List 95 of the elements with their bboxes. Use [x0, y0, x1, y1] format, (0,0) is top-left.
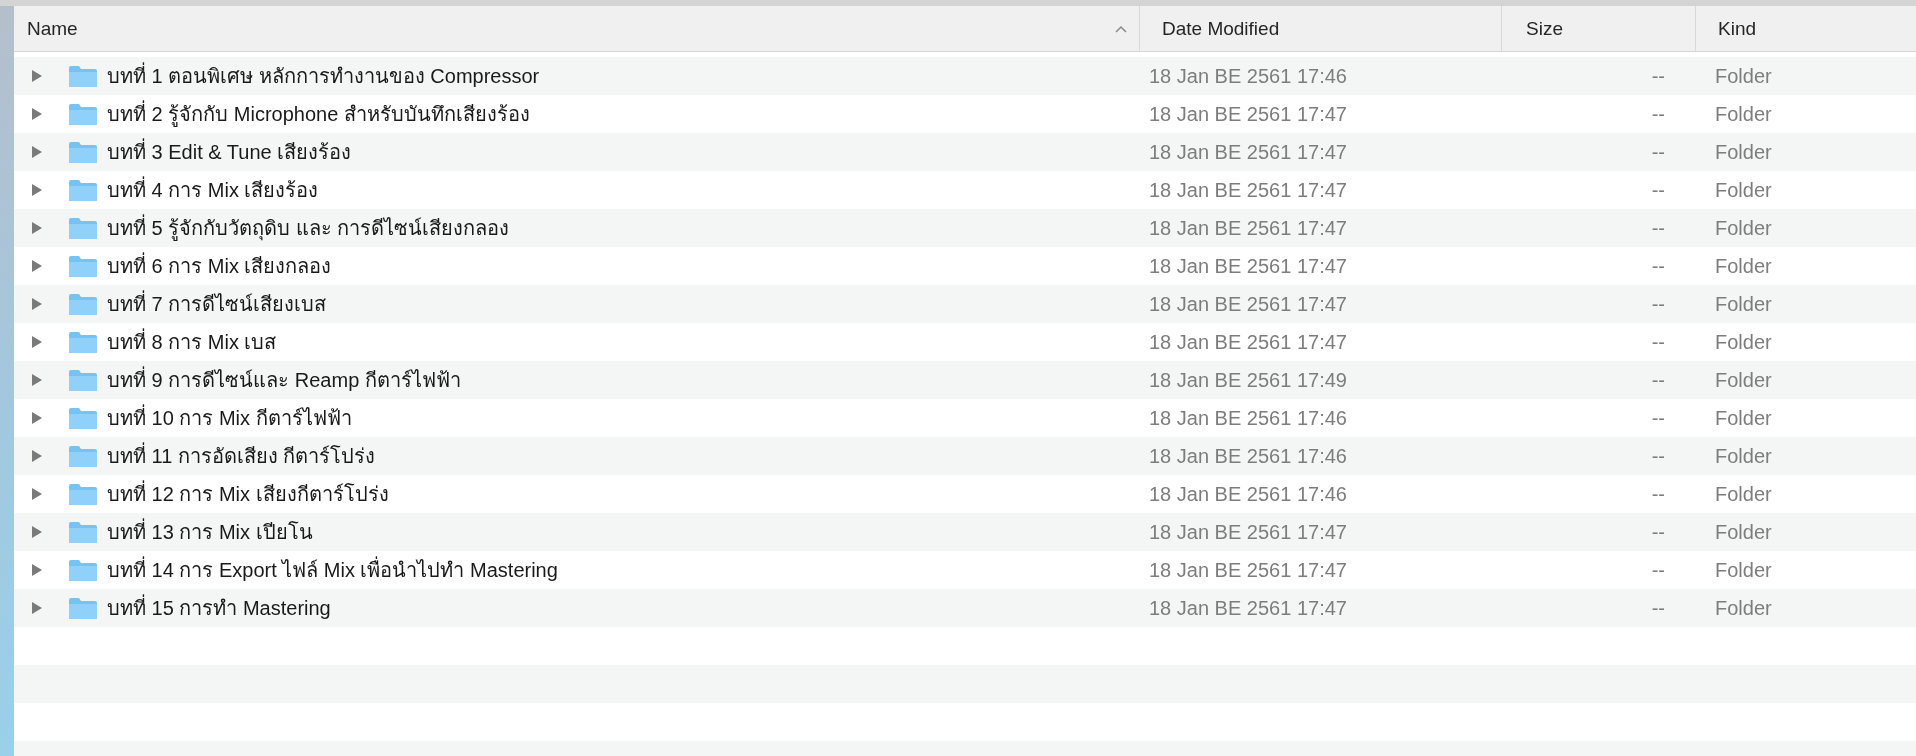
sort-caret-icon — [1115, 25, 1127, 33]
file-size-text: -- — [1651, 368, 1665, 392]
disclosure-triangle-icon[interactable] — [31, 183, 43, 197]
disclosure-triangle-icon[interactable] — [31, 297, 43, 311]
file-size-text: -- — [1651, 330, 1665, 354]
disclosure-triangle-icon[interactable] — [31, 335, 43, 349]
file-size-text: -- — [1651, 520, 1665, 544]
column-header[interactable]: Kind — [1695, 6, 1916, 51]
file-kind-text: Folder — [1715, 102, 1772, 126]
file-name[interactable]: บทที่ 3 Edit & Tune เสียงร้อง — [107, 136, 352, 168]
date-modified-text: 18 Jan BE 2561 17:46 — [1149, 64, 1347, 88]
file-size-text: -- — [1651, 482, 1665, 506]
disclosure-triangle-icon[interactable] — [31, 411, 43, 425]
column-header[interactable]: Name — [14, 6, 1139, 51]
file-size-text: -- — [1651, 254, 1665, 278]
file-kind-text: Folder — [1715, 558, 1772, 582]
file-name[interactable]: บทที่ 2 รู้จักกับ Microphone สำหรับบันทึกเสียงร้อง — [107, 98, 530, 130]
disclosure-triangle-icon[interactable] — [31, 69, 43, 83]
disclosure-triangle-icon[interactable] — [31, 487, 43, 501]
file-size-text: -- — [1651, 292, 1665, 316]
file-name[interactable]: บทที่ 6 การ Mix เสียงกลอง — [107, 250, 332, 282]
date-modified-text: 18 Jan BE 2561 17:47 — [1149, 254, 1347, 278]
file-name[interactable]: บทที่ 5 รู้จักกับวัตถุดิบ และ การดีไซน์เสียงกลอง — [107, 212, 510, 244]
disclosure-triangle-icon[interactable] — [31, 449, 43, 463]
disclosure-triangle-icon[interactable] — [31, 259, 43, 273]
file-name[interactable]: บทที่ 4 การ Mix เสียงร้อง — [107, 174, 319, 206]
column-header[interactable]: Date Modified — [1139, 6, 1501, 51]
file-name[interactable]: บทที่ 13 การ Mix เปียโน — [107, 516, 313, 548]
disclosure-triangle-icon[interactable] — [31, 563, 43, 577]
date-modified-text: 18 Jan BE 2561 17:46 — [1149, 444, 1347, 468]
file-size-text: -- — [1651, 596, 1665, 620]
file-name[interactable]: บทที่ 8 การ Mix เบส — [107, 326, 277, 358]
file-kind-text: Folder — [1715, 178, 1772, 202]
disclosure-triangle-icon[interactable] — [31, 145, 43, 159]
date-modified-text: 18 Jan BE 2561 17:47 — [1149, 140, 1347, 164]
file-size-text: -- — [1651, 140, 1665, 164]
file-size-text: -- — [1651, 102, 1665, 126]
file-size-text: -- — [1651, 444, 1665, 468]
folder-icon — [68, 178, 98, 202]
file-kind-text: Folder — [1715, 482, 1772, 506]
disclosure-triangle-icon[interactable] — [31, 221, 43, 235]
file-name[interactable]: บทที่ 15 การทำ Mastering — [107, 592, 331, 624]
file-kind-text: Folder — [1715, 330, 1772, 354]
folder-icon — [68, 406, 98, 430]
file-size-text: -- — [1651, 216, 1665, 240]
folder-icon — [68, 444, 98, 468]
file-kind-text: Folder — [1715, 596, 1772, 620]
folder-icon — [68, 64, 98, 88]
date-modified-text: 18 Jan BE 2561 17:47 — [1149, 596, 1347, 620]
folder-icon — [68, 254, 98, 278]
file-kind-text: Folder — [1715, 292, 1772, 316]
file-name[interactable]: บทที่ 10 การ Mix กีตาร์ไฟฟ้า — [107, 402, 352, 434]
file-name[interactable]: บทที่ 7 การดีไซน์เสียงเบส — [107, 288, 327, 320]
disclosure-triangle-icon[interactable] — [31, 525, 43, 539]
folder-icon — [68, 596, 98, 620]
date-modified-text: 18 Jan BE 2561 17:47 — [1149, 102, 1347, 126]
date-modified-text: 18 Jan BE 2561 17:47 — [1149, 330, 1347, 354]
folder-icon — [68, 292, 98, 316]
file-size-text: -- — [1651, 406, 1665, 430]
column-header[interactable]: Size — [1501, 6, 1695, 51]
file-name[interactable]: บทที่ 14 การ Export ไฟล์ Mix เพื่อนำไปทำ Mastering — [107, 554, 558, 586]
file-kind-text: Folder — [1715, 254, 1772, 278]
file-kind-text: Folder — [1715, 140, 1772, 164]
file-name[interactable]: บทที่ 12 การ Mix เสียงกีตาร์โปร่ง — [107, 478, 389, 510]
folder-icon — [68, 482, 98, 506]
date-modified-text: 18 Jan BE 2561 17:47 — [1149, 520, 1347, 544]
disclosure-triangle-icon[interactable] — [31, 373, 43, 387]
date-modified-text: 18 Jan BE 2561 17:46 — [1149, 482, 1347, 506]
file-kind-text: Folder — [1715, 444, 1772, 468]
date-modified-text: 18 Jan BE 2561 17:47 — [1149, 558, 1347, 582]
file-kind-text: Folder — [1715, 520, 1772, 544]
file-name[interactable]: บทที่ 1 ตอนพิเศษ หลักการทำงานของ Compressor — [107, 60, 540, 92]
file-name[interactable]: บทที่ 9 การดีไซน์และ Reamp กีตาร์ไฟฟ้า — [107, 364, 461, 396]
file-kind-text: Folder — [1715, 406, 1772, 430]
date-modified-text: 18 Jan BE 2561 17:47 — [1149, 178, 1347, 202]
folder-icon — [68, 102, 98, 126]
disclosure-triangle-icon[interactable] — [31, 601, 43, 615]
file-name[interactable]: บทที่ 11 การอัดเสียง กีตาร์โปร่ง — [107, 440, 376, 472]
folder-icon — [68, 330, 98, 354]
folder-icon — [68, 216, 98, 240]
disclosure-triangle-icon[interactable] — [31, 107, 43, 121]
file-size-text: -- — [1651, 64, 1665, 88]
folder-icon — [68, 558, 98, 582]
file-kind-text: Folder — [1715, 64, 1772, 88]
date-modified-text: 18 Jan BE 2561 17:49 — [1149, 368, 1347, 392]
file-size-text: -- — [1651, 558, 1665, 582]
folder-icon — [68, 140, 98, 164]
file-kind-text: Folder — [1715, 368, 1772, 392]
date-modified-text: 18 Jan BE 2561 17:47 — [1149, 216, 1347, 240]
date-modified-text: 18 Jan BE 2561 17:47 — [1149, 292, 1347, 316]
file-size-text: -- — [1651, 178, 1665, 202]
file-kind-text: Folder — [1715, 216, 1772, 240]
date-modified-text: 18 Jan BE 2561 17:46 — [1149, 406, 1347, 430]
folder-icon — [68, 368, 98, 392]
folder-icon — [68, 520, 98, 544]
